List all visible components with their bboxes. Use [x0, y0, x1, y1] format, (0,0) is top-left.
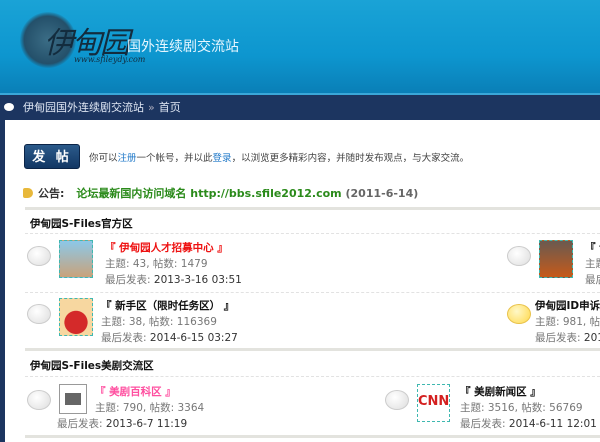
register-link[interactable]: 注册 — [118, 153, 137, 164]
dashed-divider — [25, 292, 600, 293]
last-post-label: 最后发表: — [460, 418, 506, 430]
section-title[interactable]: 伊甸园S-Files美剧交流区 — [30, 358, 154, 373]
intro-post: ，以浏览更多精彩内容，并随时发布观点，与大家交流。 — [231, 153, 470, 164]
announcement-label: 公告: — [38, 187, 65, 200]
forum-new-posts-icon — [507, 304, 531, 324]
site-slogan: 国外连续剧交流站 — [127, 39, 239, 55]
last-post-label: 最后发表: — [105, 274, 151, 286]
forum-title[interactable]: 伊甸园ID申诉 — [535, 298, 600, 314]
divider — [25, 207, 600, 210]
forum-item[interactable]: 伊甸园ID申诉 主题: 981, 帖数 最后发表: 201 — [507, 298, 600, 348]
cnn-thumbnail[interactable]: CNN — [417, 384, 450, 422]
forum-last-post: 最后发表: 2013-6-7 11:19 — [57, 416, 187, 431]
forum-thumbnail[interactable] — [59, 240, 93, 278]
dashed-divider — [25, 233, 600, 234]
forum-status-icon — [507, 246, 531, 266]
logo-url: www.sfileydy.com — [74, 55, 146, 64]
forum-title[interactable]: 『 美剧新闻区 』 — [460, 384, 597, 400]
last-post-label: 最后发表: — [57, 418, 103, 430]
broken-image-icon[interactable] — [59, 384, 87, 414]
last-post-label: 最后发表: — [535, 332, 581, 344]
breadcrumb-current[interactable]: 首页 — [159, 101, 181, 114]
last-post-label: 最后 — [585, 274, 600, 286]
forum-title[interactable]: 『 新手区（限时任务区） 』 — [101, 298, 238, 314]
section-title[interactable]: 伊甸园S-Files官方区 — [30, 216, 133, 231]
last-post-time[interactable]: 201 — [584, 332, 600, 344]
forum-status-icon — [27, 246, 51, 266]
login-link[interactable]: 登录 — [213, 153, 232, 164]
last-post-time[interactable]: 2014-6-11 12:01 — [509, 418, 597, 430]
forum-thumbnail[interactable] — [59, 298, 93, 336]
new-post-button[interactable]: 发 帖 — [24, 144, 80, 169]
forum-status-icon — [27, 390, 51, 410]
last-post-time[interactable]: 2014-6-15 03:27 — [150, 332, 238, 344]
forum-stats: 主题: 3516, 帖数: 56769 — [460, 402, 583, 414]
forum-item[interactable]: CNN 『 美剧新闻区 』 主题: 3516, 帖数: 56769 最后发表: … — [385, 384, 600, 434]
forum-title[interactable]: 『 讠 — [585, 240, 600, 256]
breadcrumb-site-link[interactable]: 伊甸园国外连续剧交流站 — [23, 101, 144, 114]
intro-mid: 一个帐号，并以此 — [136, 153, 213, 164]
forum-item[interactable]: 『 伊甸园人才招募中心 』 主题: 43, 帖数: 1479 最后发表: 201… — [27, 240, 427, 290]
divider — [25, 435, 600, 438]
last-post-label: 最后发表: — [101, 332, 147, 344]
last-post-time[interactable]: 2013-6-7 11:19 — [106, 418, 187, 430]
site-header: 伊甸园 www.sfileydy.com 国外连续剧交流站 — [0, 0, 600, 93]
forum-item[interactable]: 『 新手区（限时任务区） 』 主题: 38, 帖数: 116369 最后发表: … — [27, 298, 427, 348]
last-post-time[interactable]: 2013-3-16 03:51 — [154, 274, 242, 286]
forum-stats: 主题: 981, 帖数 — [535, 316, 600, 328]
forum-last-post: 最后发表: 2014-6-15 03:27 — [101, 330, 238, 346]
forum-status-icon — [385, 390, 409, 410]
announcement-date: (2011-6-14) — [345, 187, 419, 200]
announcement-link[interactable]: 论坛最新国内访问域名 http://bbs.sfile2012.com — [76, 187, 341, 200]
forum-title[interactable]: 『 伊甸园人才招募中心 』 — [105, 240, 242, 256]
forum-last-post: 最后发表: 2014-6-11 12:01 — [460, 416, 597, 432]
dashed-divider — [25, 376, 600, 377]
forum-last-post: 最后发表: 2013-3-16 03:51 — [105, 272, 242, 288]
forum-stats: 主题: 790, 帖数: 3364 — [95, 402, 205, 414]
site-logo[interactable]: 伊甸园 www.sfileydy.com — [14, 8, 145, 70]
forum-stats: 主题: 38, 帖数: 116369 — [101, 316, 217, 328]
forum-title[interactable]: 『 美剧百科区 』 — [95, 384, 204, 400]
forum-stats: 主题: 43, 帖数: 1479 — [105, 258, 208, 270]
breadcrumb: 伊甸园国外连续剧交流站 » 首页 — [0, 93, 600, 120]
forum-last-post: 最后发表: 201 — [535, 330, 600, 346]
forum-stats: 主题 — [585, 258, 600, 270]
speaker-icon — [23, 188, 33, 198]
forum-last-post: 最后 — [585, 272, 600, 288]
main-content: 发 帖 你可以注册一个帐号，并以此登录，以浏览更多精彩内容，并随时发布观点，与大… — [5, 120, 600, 442]
forum-thumbnail[interactable] — [539, 240, 573, 278]
divider — [25, 348, 600, 351]
chat-bubble-icon — [4, 103, 14, 111]
forum-status-icon — [27, 304, 51, 324]
forum-item[interactable]: 『 讠 主题 最后 — [507, 240, 600, 290]
intro-text: 你可以注册一个帐号，并以此登录，以浏览更多精彩内容，并随时发布观点，与大家交流。 — [89, 150, 469, 164]
intro-pre: 你可以 — [89, 153, 118, 164]
breadcrumb-separator: » — [148, 101, 155, 114]
announcement: 公告: 论坛最新国内访问域名 http://bbs.sfile2012.com (… — [23, 185, 418, 201]
forum-item[interactable]: 『 美剧百科区 』 主题: 790, 帖数: 3364 最后发表: 2013-6… — [27, 384, 387, 434]
